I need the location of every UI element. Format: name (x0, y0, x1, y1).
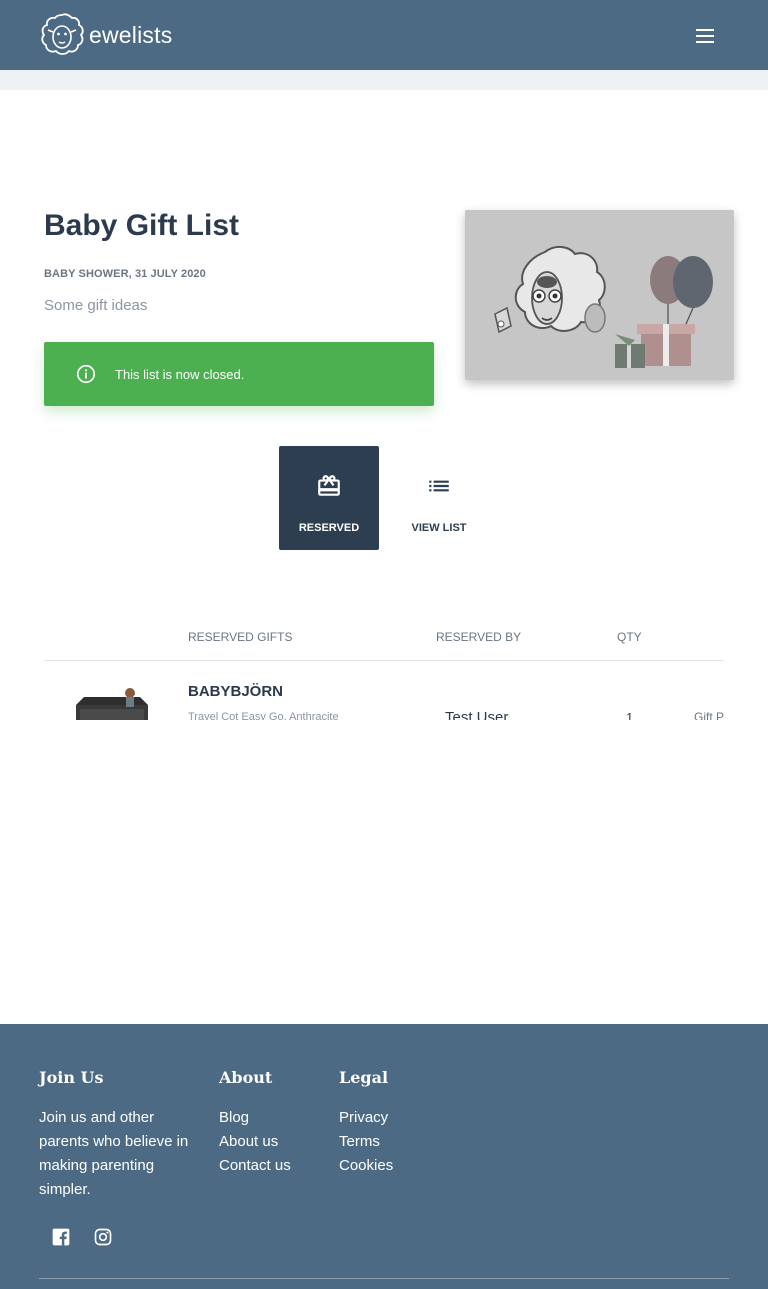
page-title: Baby Gift List (44, 209, 240, 242)
product-image[interactable] (72, 683, 152, 720)
column-header-reserved-gifts: RESERVED GIFTS (188, 630, 293, 644)
footer-divider (39, 1278, 729, 1279)
tab-reserved-label: RESERVED (298, 522, 360, 534)
header-divider (0, 70, 768, 90)
column-header-qty: QTY (617, 630, 642, 644)
reserved-quantity: 1 (626, 710, 634, 720)
tab-view-list[interactable]: VIEW LIST (389, 446, 489, 550)
footer-join-text: Join us and other parents who believe in… (39, 1109, 189, 1198)
brand-logo[interactable]: ewelists (39, 12, 172, 58)
sheep-balloons-illustration (465, 210, 734, 380)
footer-link-blog[interactable]: Blog (219, 1106, 291, 1130)
tab-view-list-label: VIEW LIST (411, 522, 467, 534)
alert-message: This list is now closed. (115, 366, 245, 382)
sheep-logo-icon (41, 13, 84, 55)
footer-link-about-us[interactable]: About us (219, 1130, 291, 1154)
top-nav-bar: ewelists (0, 0, 768, 70)
footer-link-terms[interactable]: Terms (339, 1130, 393, 1154)
footer-about-title: About (219, 1068, 273, 1087)
footer-link-contact-us[interactable]: Contact us (219, 1154, 291, 1178)
menu-icon[interactable] (693, 23, 717, 47)
instagram-icon[interactable] (93, 1227, 113, 1247)
footer-legal-title: Legal (339, 1068, 389, 1087)
facebook-icon[interactable] (51, 1227, 71, 1247)
footer-join-title: Join Us (39, 1068, 104, 1087)
product-brand[interactable]: BABYBJÖRN (188, 683, 283, 700)
event-subtitle: BABY SHOWER, 31 JULY 2020 (44, 268, 206, 280)
footer-legal-links: Privacy Terms Cookies (339, 1106, 393, 1178)
info-icon (76, 364, 96, 384)
list-image (465, 210, 734, 380)
table-row: BABYBJÖRN Travel Cot Easy Go, Anthracite… (44, 661, 768, 720)
product-name[interactable]: Travel Cot Easy Go, Anthracite (188, 711, 339, 720)
list-icon (429, 480, 449, 492)
footer-about-links: Blog About us Contact us (219, 1106, 291, 1178)
footer-link-cookies[interactable]: Cookies (339, 1154, 393, 1178)
list-description: Some gift ideas (44, 297, 148, 314)
tab-reserved[interactable]: RESERVED (279, 446, 379, 550)
closed-alert: This list is now closed. (44, 342, 434, 406)
gift-status: Gift P (694, 710, 725, 720)
gift-card-icon (318, 475, 340, 496)
column-header-reserved-by: RESERVED BY (436, 630, 522, 644)
footer-link-privacy[interactable]: Privacy (339, 1106, 393, 1130)
reserved-by-name: Test User (445, 709, 509, 720)
site-footer: Join Us Join us and other parents who be… (0, 1024, 768, 1289)
brand-name: ewelists (89, 21, 173, 48)
